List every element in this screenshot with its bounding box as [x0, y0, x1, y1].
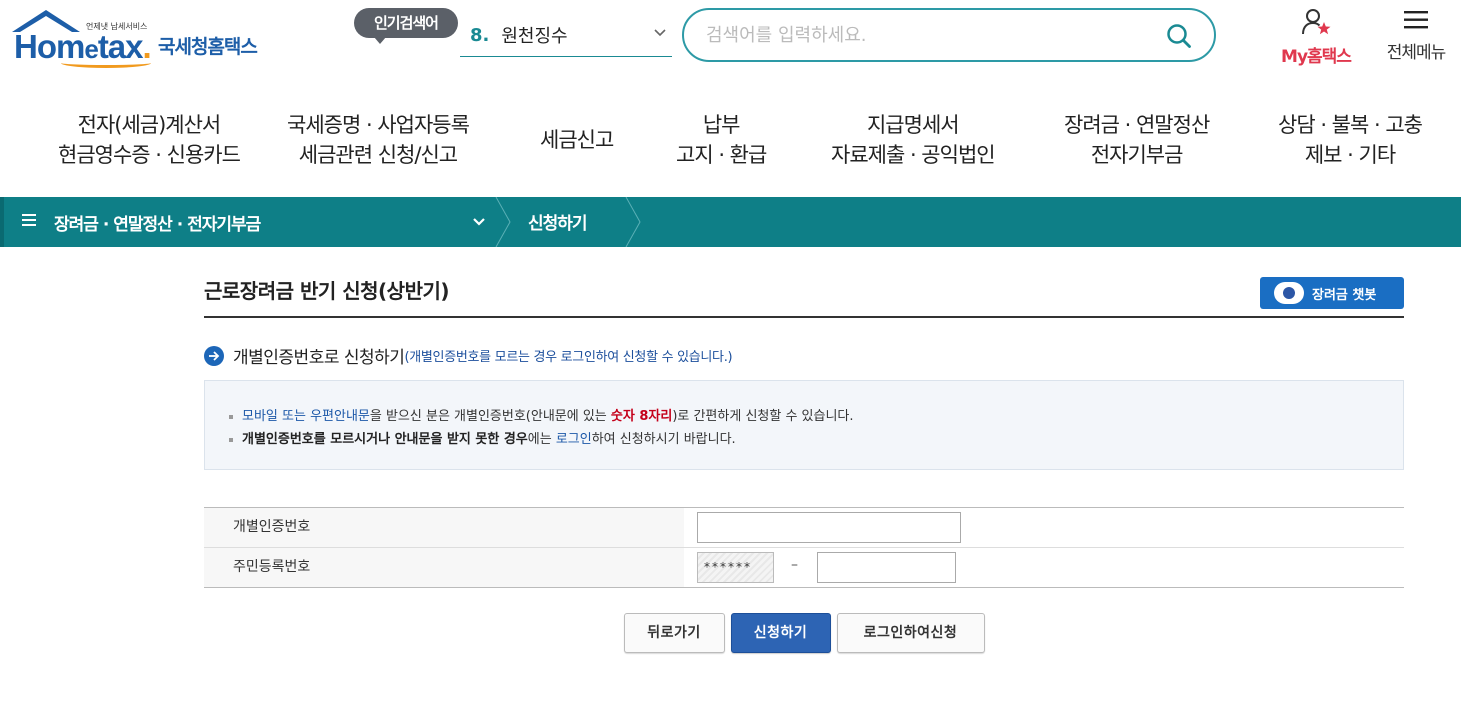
breadcrumb-separator-icon — [625, 197, 641, 247]
main-navigation: 전자(세금)계산서 현금영수증 · 신용카드 국세증명 · 사업자등록 세금관련 신… — [0, 88, 1461, 197]
nav-item-counseling[interactable]: 상담 · 불복 · 고충 제보 · 기타 — [1278, 110, 1423, 170]
info-line-2: 개별인증번호를 모르시거나 안내문을 받지 못한 경우에는 로그인하여 신청하시… — [229, 428, 1403, 451]
section-note: (개별인증번호를 모르는 경우 로그인하여 신청할 수 있습니다.) — [404, 350, 733, 365]
auth-number-input[interactable] — [697, 512, 961, 543]
location-bar-edge — [0, 197, 4, 247]
nav-item-e-invoice[interactable]: 전자(세금)계산서 현금영수증 · 신용카드 — [58, 110, 241, 170]
popular-term: 원천징수 — [501, 26, 568, 47]
breadcrumb-level1[interactable]: 장려금 · 연말정산 · 전자기부금 — [54, 210, 261, 235]
search-input[interactable] — [706, 24, 1166, 46]
login-link[interactable]: 로그인 — [556, 432, 592, 447]
site-header: 언제냇 납세서비스 Hometax. 국세청홈택스 인기검색어 8. 원천징수 … — [0, 0, 1461, 88]
chatbot-icon — [1274, 282, 1304, 304]
hamburger-menu-icon — [1404, 11, 1428, 29]
list-menu-icon — [22, 214, 36, 226]
nav-item-payment-statements[interactable]: 지급명세서 자료제출 · 공익법인 — [831, 110, 996, 170]
page-title: 근로장려금 반기 신청(상반기) — [204, 279, 450, 303]
table-row: 개별인증번호 — [204, 508, 1404, 548]
info-line-1: 모바일 또는 우편안내문을 받으신 분은 개별인증번호(안내문에 있는 숫자 8… — [229, 405, 1403, 428]
breadcrumb-separator-icon — [495, 197, 511, 247]
button-group: 뒤로가기 신청하기 로그인하여신청 — [204, 613, 1404, 653]
apply-button[interactable]: 신청하기 — [730, 613, 831, 653]
rrn-back-input[interactable] — [817, 552, 956, 583]
bullet-icon — [229, 414, 233, 419]
hometax-logo[interactable]: 언제냇 납세서비스 Hometax. 국세청홈택스 — [6, 8, 276, 70]
popular-search-select[interactable]: 8. 원천징수 — [460, 14, 672, 57]
chatbot-button[interactable]: 장려금 챗봇 — [1260, 277, 1404, 309]
rrn-dash: – — [791, 557, 798, 573]
auth-number-label: 개별인증번호 — [204, 508, 684, 547]
back-button[interactable]: 뒤로가기 — [623, 613, 725, 653]
section-heading: 개별인증번호로 신청하기 (개별인증번호를 모르는 경우 로그인하여 신청할 수… — [204, 343, 733, 368]
my-hometax-link[interactable]: My홈택스 — [1270, 8, 1362, 67]
chatbot-label: 장려금 챗봇 — [1312, 287, 1377, 303]
search-box — [682, 8, 1216, 62]
table-row: 주민등록번호 ****** – — [204, 548, 1404, 588]
bullet-icon — [229, 437, 233, 442]
all-menu-button[interactable]: 전체메뉴 — [1376, 8, 1456, 63]
chevron-down-icon[interactable] — [472, 216, 486, 228]
auth-form-table: 개별인증번호 주민등록번호 ****** – — [204, 507, 1404, 588]
rrn-label: 주민등록번호 — [204, 548, 684, 587]
logo-agency-name: 국세청홈택스 — [158, 36, 258, 58]
location-bar: 장려금 · 연말정산 · 전자기부금 신청하기 — [0, 197, 1461, 247]
user-star-icon — [1302, 9, 1331, 35]
rrn-front-input: ****** — [697, 552, 774, 583]
nav-item-certificates[interactable]: 국세증명 · 사업자등록 세금관련 신청/신고 — [287, 110, 470, 170]
chevron-down-icon — [654, 29, 666, 37]
search-icon[interactable] — [1166, 23, 1192, 49]
login-apply-button[interactable]: 로그인하여신청 — [836, 613, 985, 653]
arrow-right-icon — [204, 345, 224, 366]
info-box: 모바일 또는 우편안내문을 받으신 분은 개별인증번호(안내문에 있는 숫자 8… — [204, 380, 1404, 470]
section-title: 개별인증번호로 신청하기 — [233, 348, 405, 368]
popular-rank: 8. — [470, 24, 490, 46]
popular-search-badge: 인기검색어 — [354, 8, 458, 44]
nav-item-payment[interactable]: 납부 고지 · 환급 — [676, 110, 767, 170]
all-menu-label: 전체메뉴 — [1386, 43, 1447, 63]
breadcrumb-level2[interactable]: 신청하기 — [528, 209, 588, 234]
title-divider — [204, 316, 1404, 318]
logo-swoosh — [61, 58, 151, 68]
my-hometax-label: My홈택스 — [1281, 47, 1352, 67]
nav-item-tax-filing[interactable]: 세금신고 — [540, 125, 614, 155]
nav-item-incentives[interactable]: 장려금 · 연말정산 전자기부금 — [1064, 110, 1210, 170]
